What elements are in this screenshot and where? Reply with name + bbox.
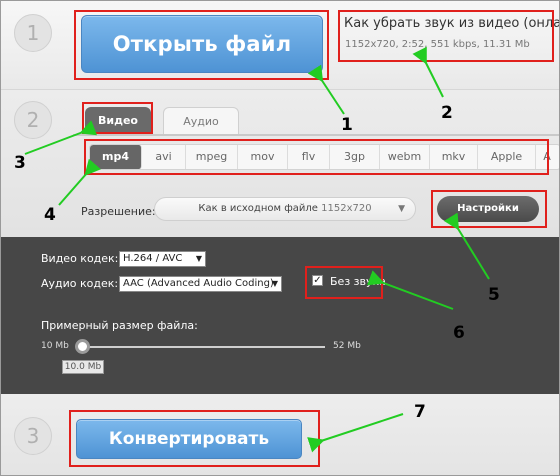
arrow-4 [58,158,101,206]
annotation-number-1: 1 [341,115,353,135]
arrow-1 [307,64,345,115]
converter-window: 1 Открыть файл Как убрать звук из видео … [0,0,560,476]
annotation-number-7: 7 [414,402,426,422]
arrow-5 [443,212,490,280]
arrow-7 [307,413,404,453]
annotation-arrows [24,46,490,453]
annotation-number-5: 5 [488,285,500,305]
arrow-3 [24,120,98,155]
annotation-number-2: 2 [441,103,453,123]
annotation-number-3: 3 [14,153,26,173]
annotation-number-4: 4 [44,205,56,225]
arrow-6 [366,270,454,310]
annotation-number-6: 6 [453,323,465,343]
arrow-2 [412,46,444,98]
